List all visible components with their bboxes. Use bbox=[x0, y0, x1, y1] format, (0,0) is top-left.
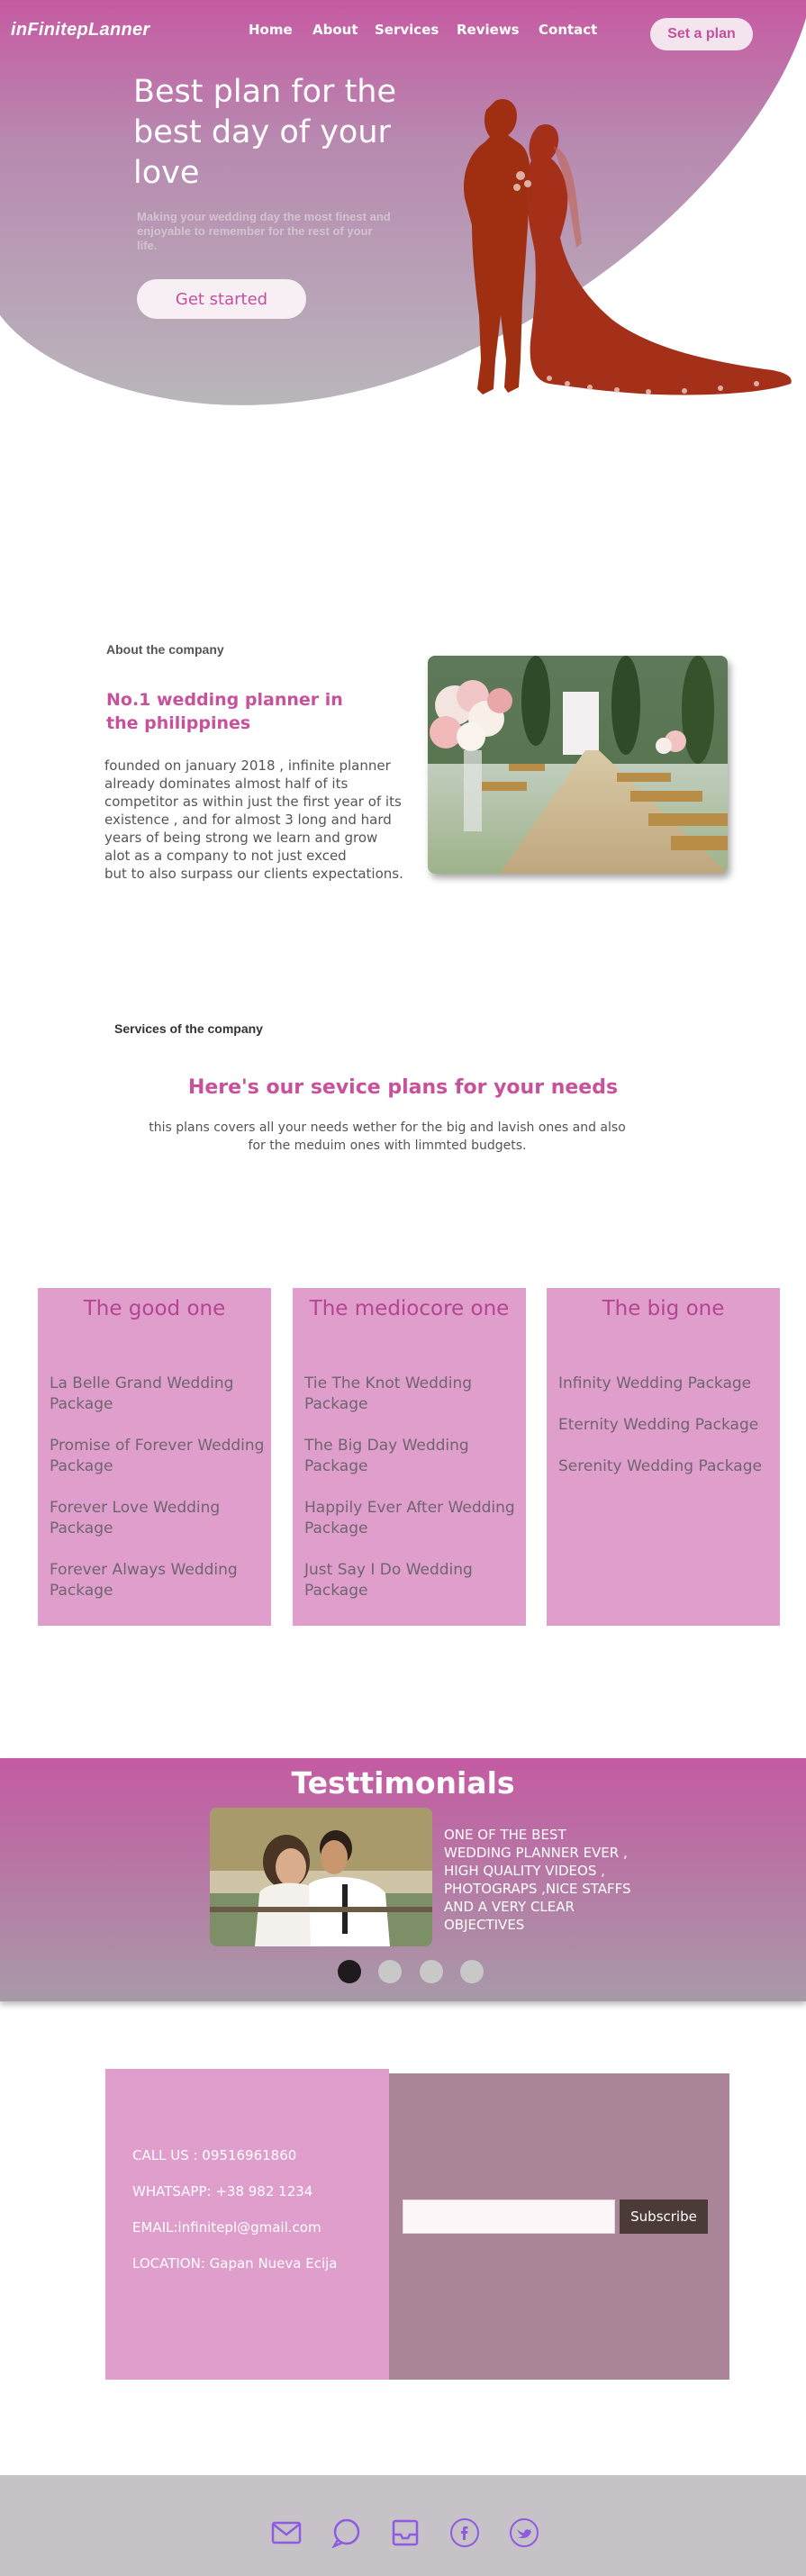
carousel-dot-4[interactable] bbox=[460, 1960, 484, 1983]
wedding-aisle-photo bbox=[428, 656, 728, 874]
logo[interactable]: inFinitepLanner bbox=[11, 20, 150, 41]
plan-item: Serenity Wedding Package bbox=[558, 1457, 762, 1475]
inbox-icon[interactable] bbox=[389, 2517, 421, 2549]
plan-card-mediocore[interactable]: The mediocore one Tie The Knot Wedding P… bbox=[293, 1288, 526, 1626]
plan-item: The Big Day Wedding Package bbox=[304, 1437, 469, 1475]
testimonials-section: Testtimonials ONE OF THE BEST WEDDING PL… bbox=[0, 1758, 806, 2001]
set-a-plan-button[interactable]: Set a plan bbox=[650, 18, 753, 50]
plan-title: The good one bbox=[83, 1297, 226, 1320]
contact-email: EMAIL:infinitepl@gmail.com bbox=[132, 2219, 321, 2236]
contact-info-panel: CALL US : 09516961860 WHATSAPP: +38 982 … bbox=[105, 2069, 389, 2380]
plan-item: Happily Ever After Wedding Package bbox=[304, 1499, 515, 1537]
plan-card-big[interactable]: The big one Infinity Wedding Package Ete… bbox=[547, 1288, 780, 1626]
couple-silhouette-image bbox=[463, 98, 792, 395]
subscribe-email-input[interactable] bbox=[403, 2200, 615, 2234]
plan-title: The mediocore one bbox=[309, 1297, 510, 1320]
couple-photo bbox=[210, 1808, 432, 1946]
plan-card-good[interactable]: The good one La Belle Grand Wedding Pack… bbox=[38, 1288, 271, 1626]
about-label: About the company bbox=[106, 642, 224, 657]
plan-item: Promise of Forever Wedding Package bbox=[50, 1437, 265, 1475]
mail-icon[interactable] bbox=[270, 2517, 303, 2549]
about-text: founded on january 2018 , infinite plann… bbox=[104, 757, 403, 882]
plan-item: Just Say I Do Wedding Package bbox=[304, 1561, 473, 1600]
subscribe-panel: Subscribe bbox=[389, 2073, 729, 2380]
plan-item: Forever Always Wedding Package bbox=[50, 1561, 238, 1600]
nav-about[interactable]: About bbox=[312, 22, 358, 38]
plan-item: La Belle Grand Wedding Package bbox=[50, 1374, 234, 1413]
nav-home[interactable]: Home bbox=[249, 22, 293, 38]
testimonials-title: Testtimonials bbox=[291, 1765, 515, 1800]
twitter-icon[interactable] bbox=[508, 2517, 540, 2549]
plan-item: Tie The Knot Wedding Package bbox=[304, 1374, 473, 1413]
plan-item: Eternity Wedding Package bbox=[558, 1416, 759, 1434]
carousel-dot-1[interactable] bbox=[338, 1960, 361, 1983]
plan-item: Forever Love Wedding Package bbox=[50, 1499, 221, 1537]
footer bbox=[0, 2475, 806, 2576]
plan-item: Infinity Wedding Package bbox=[558, 1374, 752, 1392]
carousel-dot-2[interactable] bbox=[378, 1960, 402, 1983]
services-label: Services of the company bbox=[114, 1021, 263, 1036]
about-heading: No.1 wedding planner in the philippines bbox=[106, 690, 343, 733]
nav-contact[interactable]: Contact bbox=[539, 22, 597, 38]
testimonial-quote: ONE OF THE BEST WEDDING PLANNER EVER , H… bbox=[444, 1827, 631, 1933]
subscribe-button[interactable]: Subscribe bbox=[620, 2200, 708, 2234]
contact-phone: CALL US : 09516961860 bbox=[132, 2147, 297, 2163]
services-heading: Here's our sevice plans for your needs bbox=[187, 1076, 619, 1099]
services-description: this plans covers all your needs wether … bbox=[149, 1120, 626, 1153]
hero-section: inFinitepLanner Home About Services Revi… bbox=[0, 0, 806, 414]
nav-services[interactable]: Services bbox=[375, 22, 439, 38]
get-started-button[interactable]: Get started bbox=[137, 279, 306, 319]
hero-subtitle: Making your wedding day the most finest … bbox=[137, 210, 391, 252]
hero-title: Best plan for the best day of your love bbox=[133, 74, 397, 191]
chat-icon[interactable] bbox=[330, 2517, 362, 2549]
contact-location: LOCATION: Gapan Nueva Ecija bbox=[132, 2255, 338, 2272]
nav-reviews[interactable]: Reviews bbox=[457, 22, 520, 38]
plan-title: The big one bbox=[602, 1297, 725, 1320]
contact-whatsapp: WHATSAPP: +38 982 1234 bbox=[132, 2183, 313, 2200]
facebook-icon[interactable] bbox=[448, 2517, 481, 2549]
carousel-dot-3[interactable] bbox=[420, 1960, 443, 1983]
